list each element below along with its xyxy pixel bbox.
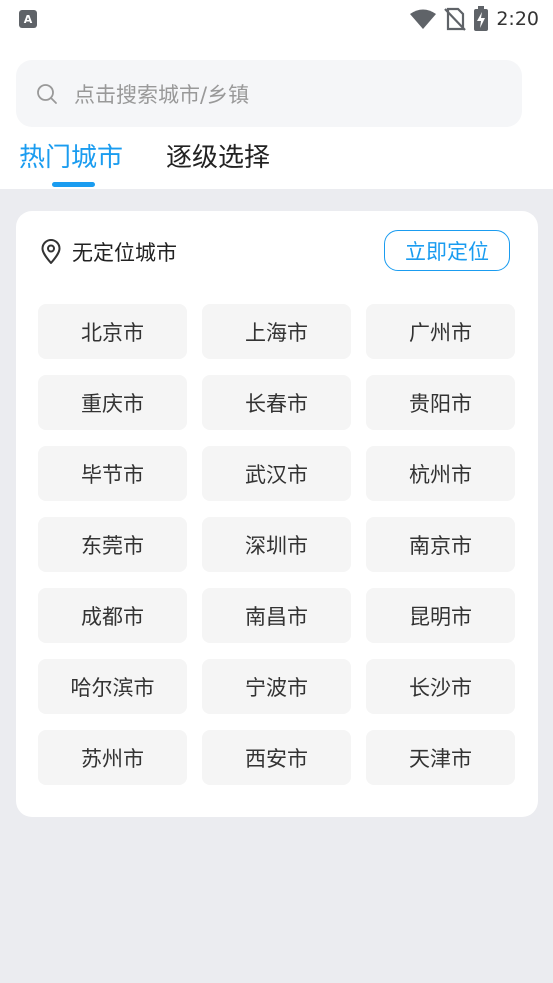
city-button[interactable]: 昆明市 [366,588,515,643]
search-icon [37,84,57,104]
city-button[interactable]: 成都市 [38,588,187,643]
city-button[interactable]: 长春市 [202,375,351,430]
location-pin-icon [41,239,61,264]
battery-charging-icon [474,6,489,31]
city-button[interactable]: 哈尔滨市 [38,659,187,714]
city-button[interactable]: 天津市 [366,730,515,785]
city-button[interactable]: 苏州市 [38,730,187,785]
locate-now-button[interactable]: 立即定位 [384,230,510,271]
city-button[interactable]: 北京市 [38,304,187,359]
tab-hot-cities[interactable]: 热门城市 [19,141,123,175]
city-card: 无定位城市 立即定位 北京市 上海市 广州市 重庆市 长春市 贵阳市 毕节市 武… [16,211,538,817]
location-status: 无定位城市 [40,239,177,265]
city-button[interactable]: 武汉市 [202,446,351,501]
status-bar: A 2:20 [0,0,553,40]
city-button[interactable]: 南京市 [366,517,515,572]
city-button[interactable]: 广州市 [366,304,515,359]
hot-city-grid: 北京市 上海市 广州市 重庆市 长春市 贵阳市 毕节市 武汉市 杭州市 东莞市 … [38,304,515,785]
city-button[interactable]: 长沙市 [366,659,515,714]
tab-step-select[interactable]: 逐级选择 [166,141,270,175]
city-button[interactable]: 上海市 [202,304,351,359]
city-button[interactable]: 东莞市 [38,517,187,572]
city-button[interactable]: 贵阳市 [366,375,515,430]
city-button[interactable]: 毕节市 [38,446,187,501]
status-time: 2:20 [496,8,539,30]
location-label: 无定位城市 [72,241,177,265]
city-button[interactable]: 宁波市 [202,659,351,714]
city-button[interactable]: 南昌市 [202,588,351,643]
active-tab-indicator [52,182,95,187]
notification-app-icon: A [19,10,37,28]
city-button[interactable]: 杭州市 [366,446,515,501]
city-button[interactable]: 深圳市 [202,517,351,572]
no-sim-icon [444,7,467,31]
city-button[interactable]: 重庆市 [38,375,187,430]
search-box[interactable] [16,60,522,127]
search-input[interactable] [72,78,496,112]
top-panel: A 2:20 热门城市 逐级选择 [0,0,553,189]
city-button[interactable]: 西安市 [202,730,351,785]
status-icons: 2:20 [409,5,539,33]
wifi-icon [410,9,437,29]
